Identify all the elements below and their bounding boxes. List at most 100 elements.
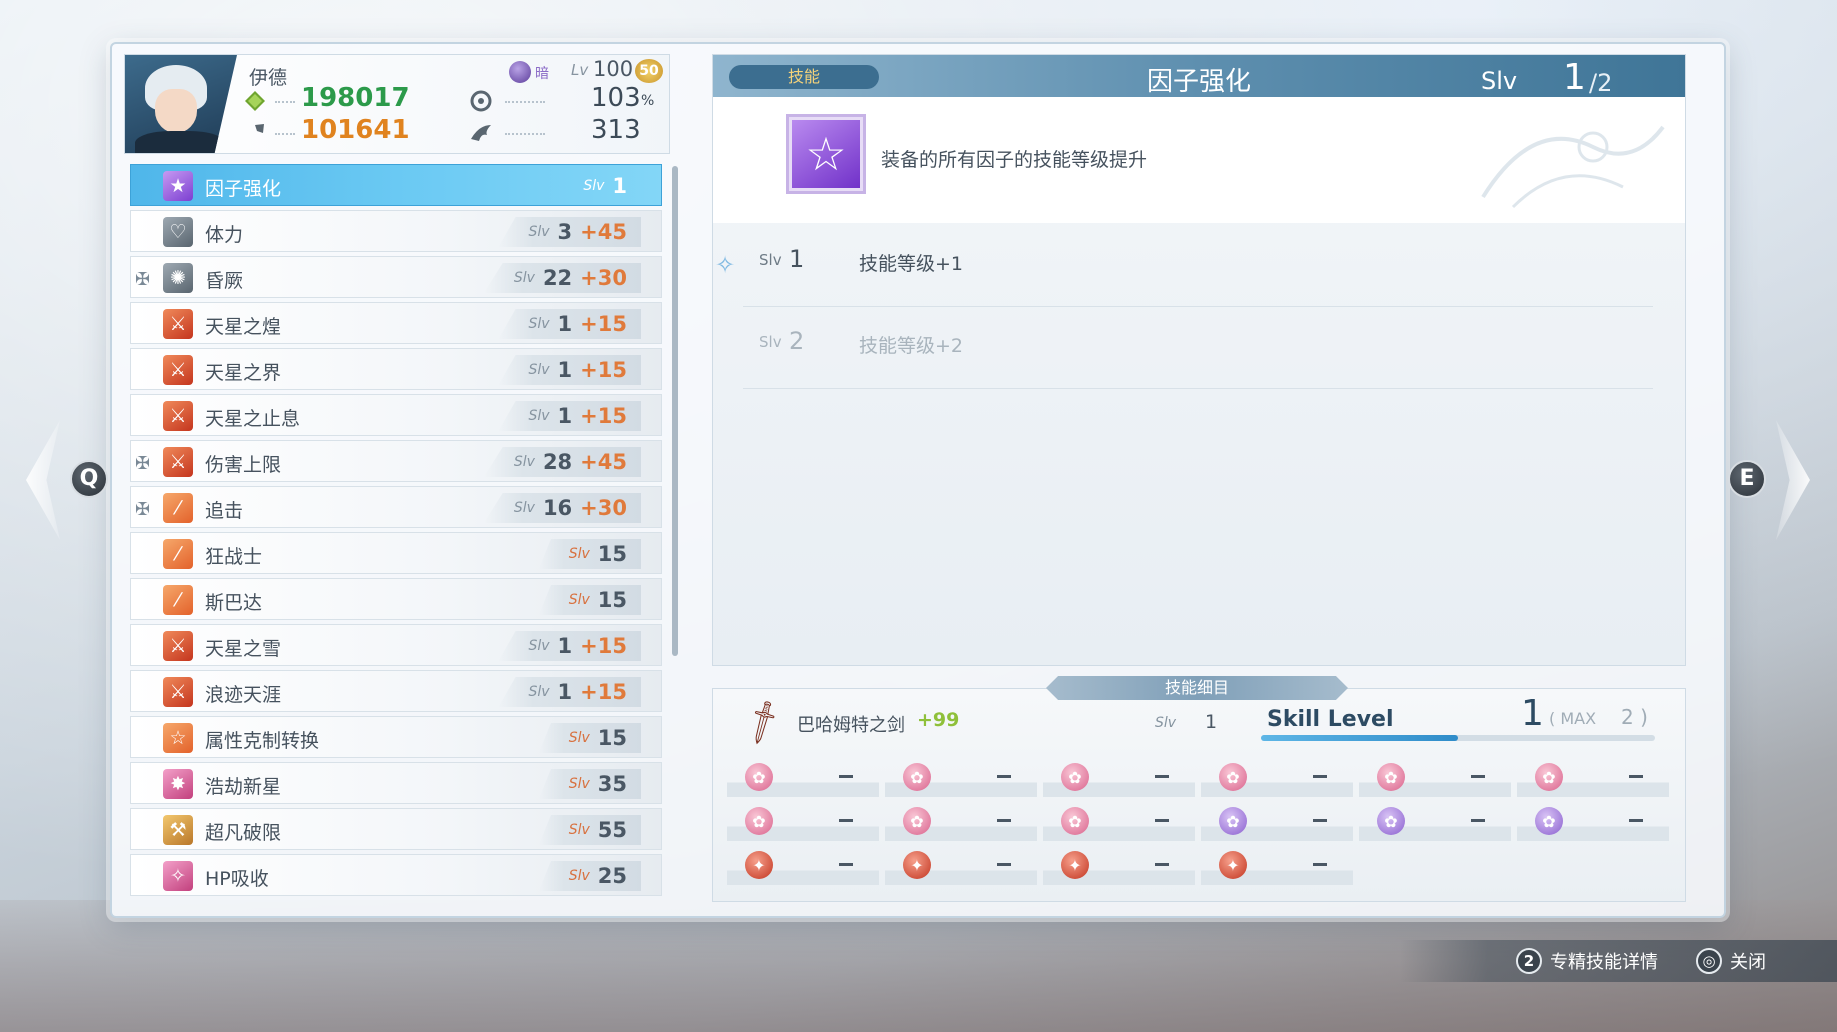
factor-empty-dash: [839, 819, 853, 822]
sub-detail-title: 技能细目: [1046, 676, 1348, 700]
mastery-details-button[interactable]: 专精技能详情: [1550, 948, 1658, 974]
skill-list-scrollbar[interactable]: [672, 166, 678, 656]
skill-row[interactable]: ⚒ 超凡破限 Slv 55: [130, 808, 662, 850]
skill-level: 16: [542, 496, 573, 520]
crit-value: 103: [591, 83, 641, 113]
detail-slv-max: /2: [1589, 69, 1613, 97]
factor-slot[interactable]: ✿: [1359, 805, 1511, 841]
factor-gem-icon: ✿: [745, 763, 773, 791]
factor-slot[interactable]: ✦: [727, 849, 879, 885]
skill-name: HP吸收: [205, 868, 269, 890]
close-key-icon[interactable]: ◎: [1696, 948, 1722, 974]
factor-slot[interactable]: ✿: [727, 805, 879, 841]
detail-slv-current: 1: [1563, 57, 1586, 98]
factor-empty-dash: [1155, 863, 1169, 866]
factor-boost-star-icon: ☆: [789, 117, 863, 191]
detail-slv-label: Slv: [1481, 67, 1518, 95]
skill-level-bonus: +15: [580, 404, 627, 428]
skill-level-max-label: ( MAX: [1549, 709, 1597, 728]
skill-row[interactable]: ✠ ⚔ 伤害上限 Slv 28 +45: [130, 440, 662, 482]
skill-row[interactable]: ⚔ 天星之煌 Slv 1 +15: [130, 302, 662, 344]
factor-empty-dash: [1629, 819, 1643, 822]
factor-slot[interactable]: ✦: [1201, 849, 1353, 885]
skill-level-bonus: +45: [580, 450, 627, 474]
factor-slot[interactable]: ✿: [1201, 761, 1353, 797]
factor-slot[interactable]: ✿: [1043, 761, 1195, 797]
skill-row[interactable]: ⚔ 天星之界 Slv 1 +15: [130, 348, 662, 390]
factor-empty-dash: [997, 775, 1011, 778]
skill-row[interactable]: ☆ 属性克制转换 Slv 15: [130, 716, 662, 758]
sword-icon: ⚔: [163, 401, 193, 431]
skill-row[interactable]: ★ 因子强化 Slv 1: [130, 164, 662, 206]
skill-level: 15: [597, 588, 627, 612]
dark-element-icon: [509, 61, 531, 83]
skill-name: 斯巴达: [205, 592, 263, 614]
skill-row[interactable]: ✠ ✺ 昏厥 Slv 22 +30: [130, 256, 662, 298]
factor-slot[interactable]: ✿: [885, 761, 1037, 797]
factor-empty-dash: [1155, 819, 1169, 822]
factor-slot[interactable]: ✿: [885, 805, 1037, 841]
factor-empty-dash: [1471, 819, 1485, 822]
attack-icon: [246, 124, 264, 142]
skill-name: 天星之止息: [205, 408, 301, 430]
break-icon: ⚒: [163, 815, 193, 845]
factor-gem-icon: ✿: [745, 807, 773, 835]
current-level-marker-icon: ✧: [715, 251, 736, 279]
slv-label: Slv: [583, 178, 605, 194]
details-key-icon[interactable]: 2: [1516, 948, 1542, 974]
character-level: 100: [593, 57, 634, 81]
skill-row[interactable]: ⁄ 斯巴达 Slv 15: [130, 578, 662, 620]
factor-slot[interactable]: ✿: [727, 761, 879, 797]
hp-value: 198017: [301, 83, 410, 113]
slv-label: Slv: [568, 776, 590, 792]
close-button[interactable]: 关闭: [1730, 948, 1766, 974]
prev-key-button[interactable]: Q: [70, 460, 108, 498]
factor-gem-icon: ✿: [903, 807, 931, 835]
slv-label: Slv: [528, 362, 550, 378]
slv-label: Slv: [528, 408, 550, 424]
star-outline-icon: ☆: [163, 723, 193, 753]
factor-gem-icon: ✦: [1061, 851, 1089, 879]
skill-row[interactable]: ✧ HP吸收 Slv 25: [130, 854, 662, 896]
factor-slot[interactable]: ✿: [1043, 805, 1195, 841]
skill-level-tag: Slv 55: [538, 815, 641, 845]
skill-level-bonus: +15: [580, 312, 627, 336]
level-row-text: 技能等级+2: [859, 335, 964, 357]
skill-name: 天星之雪: [205, 638, 282, 660]
skill-level-tag: Slv 25: [538, 861, 641, 891]
factor-empty-dash: [1313, 863, 1327, 866]
skill-row[interactable]: ⚔ 天星之雪 Slv 1 +15: [130, 624, 662, 666]
skill-level: 1: [557, 680, 573, 704]
level-row-num: 1: [789, 245, 805, 273]
skill-level-tag: Slv 1 +15: [498, 401, 641, 431]
mastery-lock-icon: ✠: [135, 453, 151, 474]
skill-row[interactable]: ♡ 体力 Slv 3 +45: [130, 210, 662, 252]
factor-slot[interactable]: ✿: [1201, 805, 1353, 841]
skill-level-bar: [1261, 735, 1655, 741]
skill-row[interactable]: ⚔ 天星之止息 Slv 1 +15: [130, 394, 662, 436]
factor-slot[interactable]: ✿: [1359, 761, 1511, 797]
slv-label: Slv: [513, 454, 535, 470]
skill-name: 狂战士: [205, 546, 263, 568]
factor-slot[interactable]: ✿: [1517, 805, 1669, 841]
factor-empty-dash: [997, 819, 1011, 822]
skill-row[interactable]: ✠ ⁄ 追击 Slv 16 +30: [130, 486, 662, 528]
skill-level-tag: Slv 22 +30: [483, 263, 641, 293]
next-key-button[interactable]: E: [1728, 460, 1766, 498]
factor-slot[interactable]: ✦: [1043, 849, 1195, 885]
level-row-2: Slv 2 技能等级+2: [743, 309, 1653, 389]
skill-row[interactable]: ✸ 浩劫新星 Slv 35: [130, 762, 662, 804]
skill-level-max-value: 2 ): [1621, 705, 1648, 729]
crit-icon: [470, 90, 492, 112]
factor-slot[interactable]: ✿: [1517, 761, 1669, 797]
skill-name: 体力: [205, 224, 244, 246]
skill-level: 15: [597, 542, 627, 566]
factor-empty-dash: [1313, 819, 1327, 822]
skill-level: 1: [612, 174, 627, 198]
factor-slot[interactable]: ✦: [885, 849, 1037, 885]
skill-name: 天星之界: [205, 362, 282, 384]
skill-row[interactable]: ⚔ 浪迹天涯 Slv 1 +15: [130, 670, 662, 712]
skill-level-bonus: +15: [580, 358, 627, 382]
factor-gem-icon: ✦: [903, 851, 931, 879]
skill-row[interactable]: ⁄ 狂战士 Slv 15: [130, 532, 662, 574]
